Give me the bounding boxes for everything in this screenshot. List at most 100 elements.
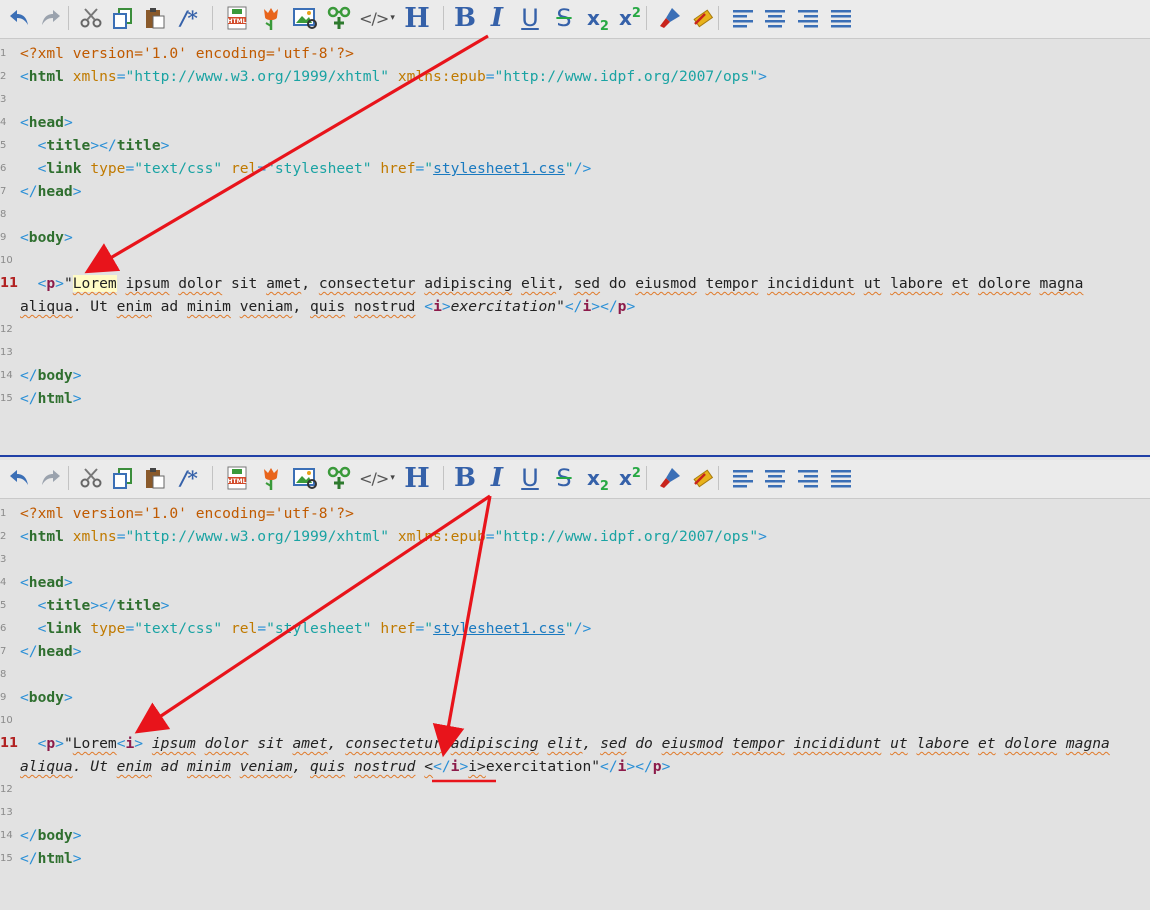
image-button[interactable] xyxy=(290,464,320,492)
underline-button[interactable]: U xyxy=(515,4,545,32)
line-number: 3 xyxy=(0,94,7,105)
text-token: exercitation xyxy=(485,758,592,775)
line-number: 12 xyxy=(0,324,13,335)
cut-button[interactable] xyxy=(77,464,105,492)
brush-button[interactable] xyxy=(656,4,684,32)
copy-button[interactable] xyxy=(109,4,137,32)
redo-button[interactable] xyxy=(37,4,65,32)
code-token: " xyxy=(63,275,73,292)
redo-button[interactable] xyxy=(37,464,65,492)
heading-button[interactable]: H xyxy=(402,2,432,34)
text-token: exercitation xyxy=(450,298,557,315)
align-center-button[interactable] xyxy=(761,464,789,492)
align-left-button[interactable] xyxy=(729,4,757,32)
paste-button[interactable] xyxy=(141,464,169,492)
justify-button[interactable] xyxy=(827,4,855,32)
tag-name: title xyxy=(116,597,161,614)
code-button[interactable]: </> ▾ xyxy=(355,4,399,32)
code-editor[interactable]: 1 <?xml version='1.0' encoding='utf-8'?> 2… xyxy=(0,39,1150,450)
align-left-button[interactable] xyxy=(729,464,757,492)
code-token: = xyxy=(485,68,495,85)
strikethrough-button[interactable]: S xyxy=(549,4,579,32)
underline-button[interactable]: U xyxy=(515,464,545,492)
code-token: /> xyxy=(573,620,592,637)
broken-tag-end: i> xyxy=(468,758,486,775)
text-token: tempor xyxy=(731,735,785,752)
text-token: dolore xyxy=(1004,735,1058,752)
text-token: , xyxy=(556,275,574,292)
html-button[interactable]: HTML xyxy=(222,464,252,492)
superscript-button[interactable]: x2 xyxy=(614,4,646,32)
chevron-down-icon[interactable]: ▾ xyxy=(390,473,395,483)
text-token: ut xyxy=(890,735,908,752)
tag-name: body xyxy=(28,229,64,246)
code-token: > xyxy=(90,597,100,614)
code-token: </ xyxy=(99,137,117,154)
code-editor[interactable]: 1 <?xml version='1.0' encoding='utf-8'?> 2… xyxy=(0,499,1150,910)
subscript-button[interactable]: x2 xyxy=(582,4,614,34)
italic-button[interactable]: I xyxy=(482,3,512,33)
insert-button[interactable] xyxy=(324,464,354,492)
subscript-button[interactable]: x2 xyxy=(582,464,614,494)
clear-format-button[interactable] xyxy=(689,464,717,492)
bold-icon: B xyxy=(454,3,476,33)
justify-button[interactable] xyxy=(827,464,855,492)
code-token: = xyxy=(257,620,267,637)
brush-button[interactable] xyxy=(656,464,684,492)
bold-button[interactable]: B xyxy=(450,3,480,33)
line-number: 14 xyxy=(0,370,13,381)
align-right-button[interactable] xyxy=(794,4,822,32)
chevron-down-icon[interactable]: ▾ xyxy=(390,13,395,23)
text-token: amet xyxy=(292,735,328,752)
code-text: <html xmlns = "http://www.w3.org/1999/xhtm… xyxy=(20,525,767,548)
tulip-icon xyxy=(260,465,282,491)
code-text: <head> xyxy=(20,571,73,594)
line-number: 4 xyxy=(0,577,7,588)
text-token: . Ut xyxy=(72,298,117,315)
attribute-value: " xyxy=(564,160,574,177)
cut-button[interactable] xyxy=(77,4,105,32)
tulip-button[interactable] xyxy=(257,4,285,32)
line-number: 5 xyxy=(0,600,7,611)
clear-format-button[interactable] xyxy=(689,4,717,32)
comment-button[interactable]: /* xyxy=(175,464,203,492)
code-token: </ xyxy=(635,758,653,775)
undo-button[interactable] xyxy=(5,4,33,32)
code-token: </ xyxy=(20,390,38,407)
comment-button[interactable]: /* xyxy=(175,4,203,32)
paste-button[interactable] xyxy=(141,4,169,32)
image-button[interactable] xyxy=(290,4,320,32)
tulip-icon xyxy=(260,5,282,31)
tag-name: body xyxy=(37,827,73,844)
tag-name: html xyxy=(37,850,73,867)
superscript-button[interactable]: x2 xyxy=(614,464,646,492)
toolbar-separator xyxy=(212,6,213,30)
strikethrough-button[interactable]: S xyxy=(549,464,579,492)
align-center-button[interactable] xyxy=(761,4,789,32)
undo-button[interactable] xyxy=(5,464,33,492)
italic-button[interactable]: I xyxy=(482,463,512,493)
insert-button[interactable] xyxy=(324,4,354,32)
heading-icon: H xyxy=(404,2,430,34)
code-text: </html> xyxy=(20,387,82,410)
code-token: " xyxy=(63,735,73,752)
align-right-button[interactable] xyxy=(794,464,822,492)
code-token: > xyxy=(63,574,73,591)
paste-icon xyxy=(143,466,167,490)
line-number: 5 xyxy=(0,140,7,151)
bold-button[interactable]: B xyxy=(450,463,480,493)
copy-button[interactable] xyxy=(109,464,137,492)
superscript-icon: x2 xyxy=(619,466,641,490)
tulip-button[interactable] xyxy=(257,464,285,492)
text-token: ipsum xyxy=(151,735,196,752)
code-button[interactable]: </> ▾ xyxy=(355,464,399,492)
heading-button[interactable]: H xyxy=(402,463,432,494)
html-button[interactable]: HTML xyxy=(222,4,252,32)
text-token: ad xyxy=(151,298,187,315)
